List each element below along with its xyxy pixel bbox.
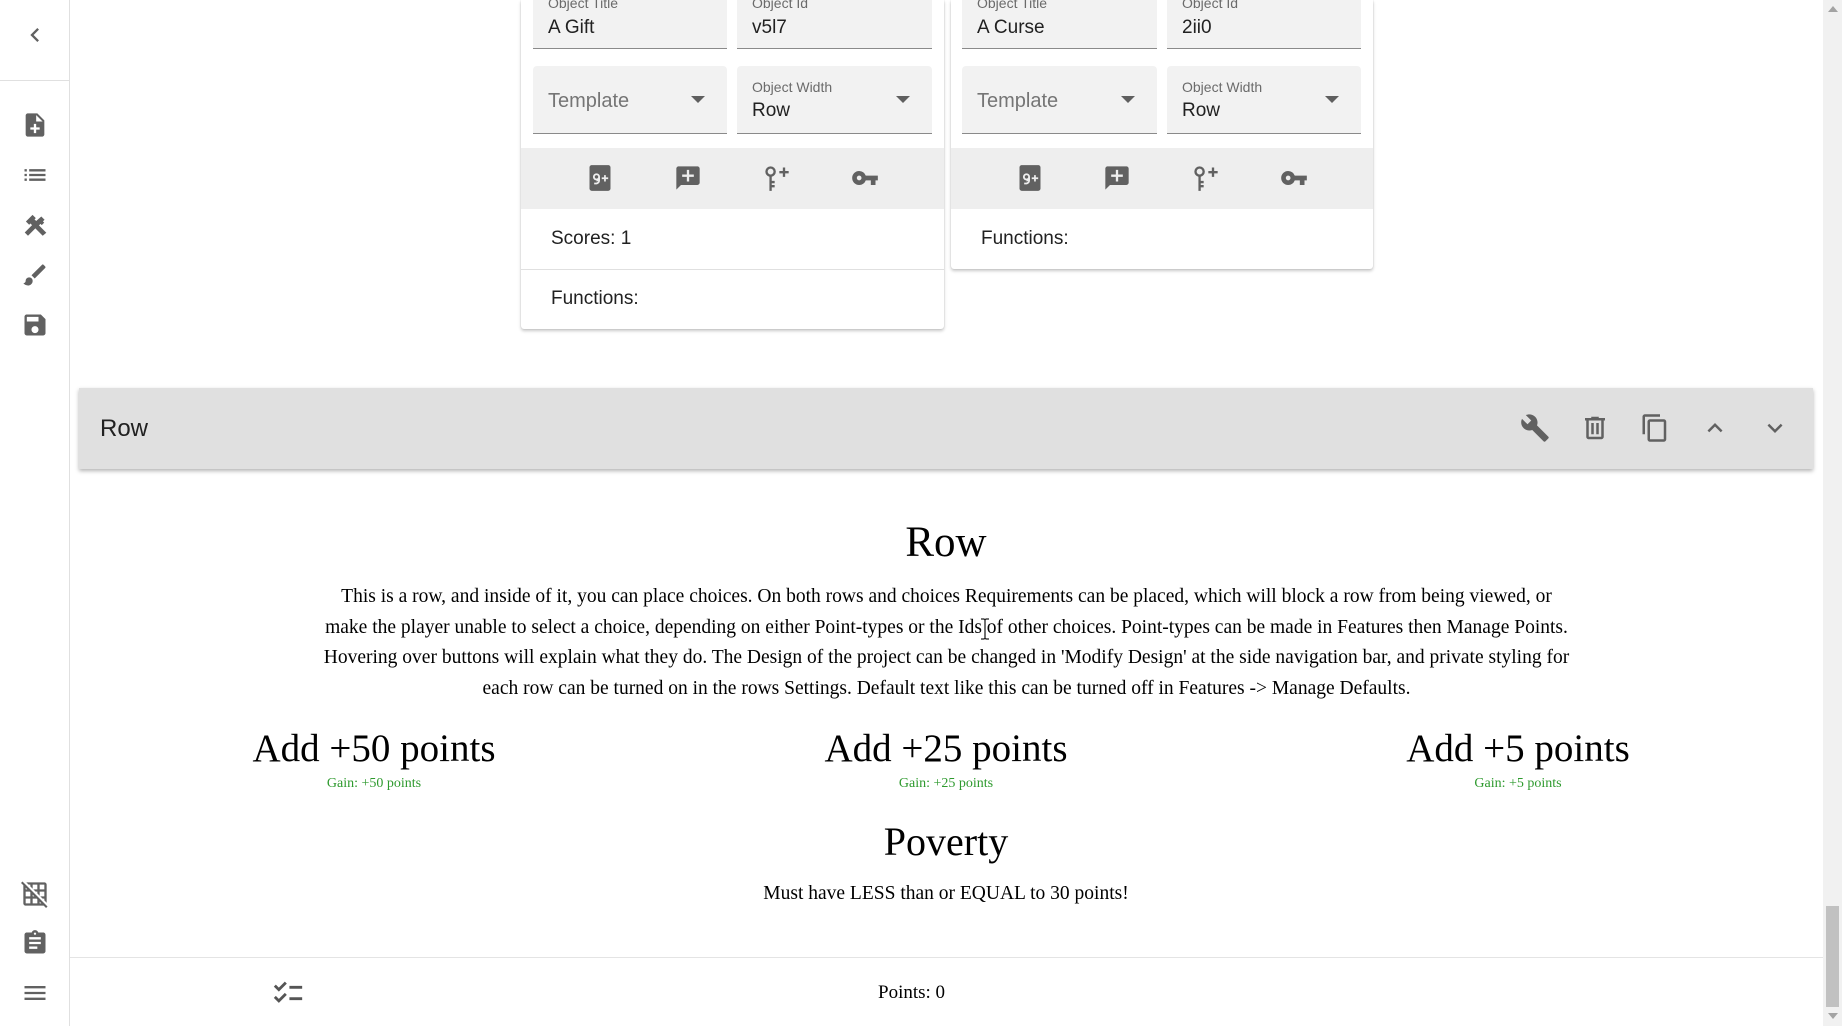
caret-down-icon [1121, 96, 1135, 103]
object-title-label: Object Title [977, 0, 1048, 11]
add-comment-icon[interactable] [672, 162, 704, 194]
choice-add-25[interactable]: Add +25 points Gain: +25 points [736, 724, 1156, 792]
object-id-field[interactable]: Object Id 2ii0 [1167, 0, 1361, 49]
row-title: Row [905, 519, 987, 566]
poverty-requirement: Must have LESS than or EQUAL to 30 point… [763, 883, 1129, 904]
object-width-label: Object Width [752, 79, 833, 95]
object-title-field[interactable]: Object Title A Gift [533, 0, 727, 49]
add-key-icon[interactable] [761, 162, 793, 194]
object-width-value: Row [752, 100, 791, 121]
caret-down-icon [691, 96, 705, 103]
sidebar-divider [0, 80, 70, 81]
choice-title: Add +50 points [252, 727, 496, 770]
object-toolbar [521, 148, 944, 209]
template-placeholder: Template [977, 90, 1059, 112]
object-id-label: Object Id [1182, 0, 1239, 11]
scroll-up-arrow-icon[interactable] [1828, 6, 1838, 12]
row-description: This is a row, and inside of it, you can… [323, 586, 1570, 699]
checklist-icon[interactable] [271, 976, 305, 1010]
tools-icon[interactable] [17, 207, 53, 243]
scrollbar-thumb[interactable] [1826, 906, 1839, 1007]
save-icon[interactable] [17, 307, 53, 343]
object-card-a-curse: Object Title A Curse Object Id 2ii0 Temp… [951, 0, 1373, 269]
object-id-value[interactable]: 2ii0 [1182, 17, 1212, 39]
choice-add-50[interactable]: Add +50 points Gain: +50 points [164, 724, 584, 792]
object-title-label: Object Title [548, 0, 619, 11]
add-score-icon[interactable] [1014, 162, 1046, 194]
caret-down-icon [1325, 96, 1339, 103]
chevron-down-icon[interactable] [1755, 408, 1795, 448]
functions-text: Functions: [981, 228, 1069, 249]
scroll-down-arrow-icon[interactable] [1828, 1013, 1838, 1019]
choice-gain: Gain: +5 points [1474, 776, 1562, 791]
add-score-icon[interactable] [584, 162, 616, 194]
choice-gain: Gain: +25 points [898, 776, 994, 791]
template-select[interactable]: Template [962, 66, 1157, 134]
points-display: Points: 0 [878, 982, 946, 1003]
object-width-label: Object Width [1182, 79, 1263, 95]
object-title-value[interactable]: A Gift [548, 17, 594, 39]
object-width-value: Row [1182, 100, 1221, 121]
object-id-field[interactable]: Object Id v5l7 [737, 0, 932, 49]
key-icon[interactable] [849, 162, 881, 194]
object-title-value[interactable]: A Curse [977, 17, 1045, 39]
vertical-scrollbar[interactable] [1823, 0, 1842, 1026]
choice-title: Add +5 points [1406, 727, 1630, 770]
object-width-select[interactable]: Object Width Row [1167, 66, 1361, 134]
choice-add-5[interactable]: Add +5 points Gain: +5 points [1308, 724, 1728, 792]
scores-text: Scores: 1 [551, 228, 632, 249]
choice-title: Add +25 points [824, 727, 1068, 770]
side-navigation [0, 0, 70, 1026]
template-placeholder: Template [548, 90, 630, 112]
copy-icon[interactable] [1635, 408, 1675, 448]
delete-icon[interactable] [1575, 408, 1615, 448]
key-icon[interactable] [1278, 162, 1310, 194]
poverty-title: Poverty [883, 819, 1009, 864]
choice-gain: Gain: +50 points [326, 776, 422, 791]
points-bar: Points: 0 [70, 957, 1823, 1026]
brush-icon[interactable] [17, 257, 53, 293]
clipboard-icon[interactable] [17, 925, 53, 961]
grid-off-icon[interactable] [17, 876, 53, 912]
note-add-icon[interactable] [17, 107, 53, 143]
object-title-field[interactable]: Object Title A Curse [962, 0, 1157, 49]
object-card-a-gift: Object Title A Gift Object Id v5l7 Templ… [521, 0, 944, 329]
chevron-up-icon[interactable] [1695, 408, 1735, 448]
menu-icon[interactable] [17, 975, 53, 1011]
object-id-value[interactable]: v5l7 [752, 17, 787, 39]
template-select[interactable]: Template [533, 66, 727, 134]
add-comment-icon[interactable] [1101, 162, 1133, 194]
divider [521, 269, 944, 270]
caret-down-icon [896, 96, 910, 103]
row-header: Row [79, 388, 1813, 469]
add-key-icon[interactable] [1190, 162, 1222, 194]
object-width-select[interactable]: Object Width Row [737, 66, 932, 134]
wrench-icon[interactable] [1515, 408, 1555, 448]
chevron-left-icon[interactable] [17, 17, 53, 53]
text-cursor-icon [981, 618, 989, 640]
functions-text: Functions: [551, 288, 639, 309]
list-icon[interactable] [17, 157, 53, 193]
row-header-title: Row [100, 415, 149, 442]
object-toolbar [951, 148, 1373, 209]
object-id-label: Object Id [752, 0, 809, 11]
